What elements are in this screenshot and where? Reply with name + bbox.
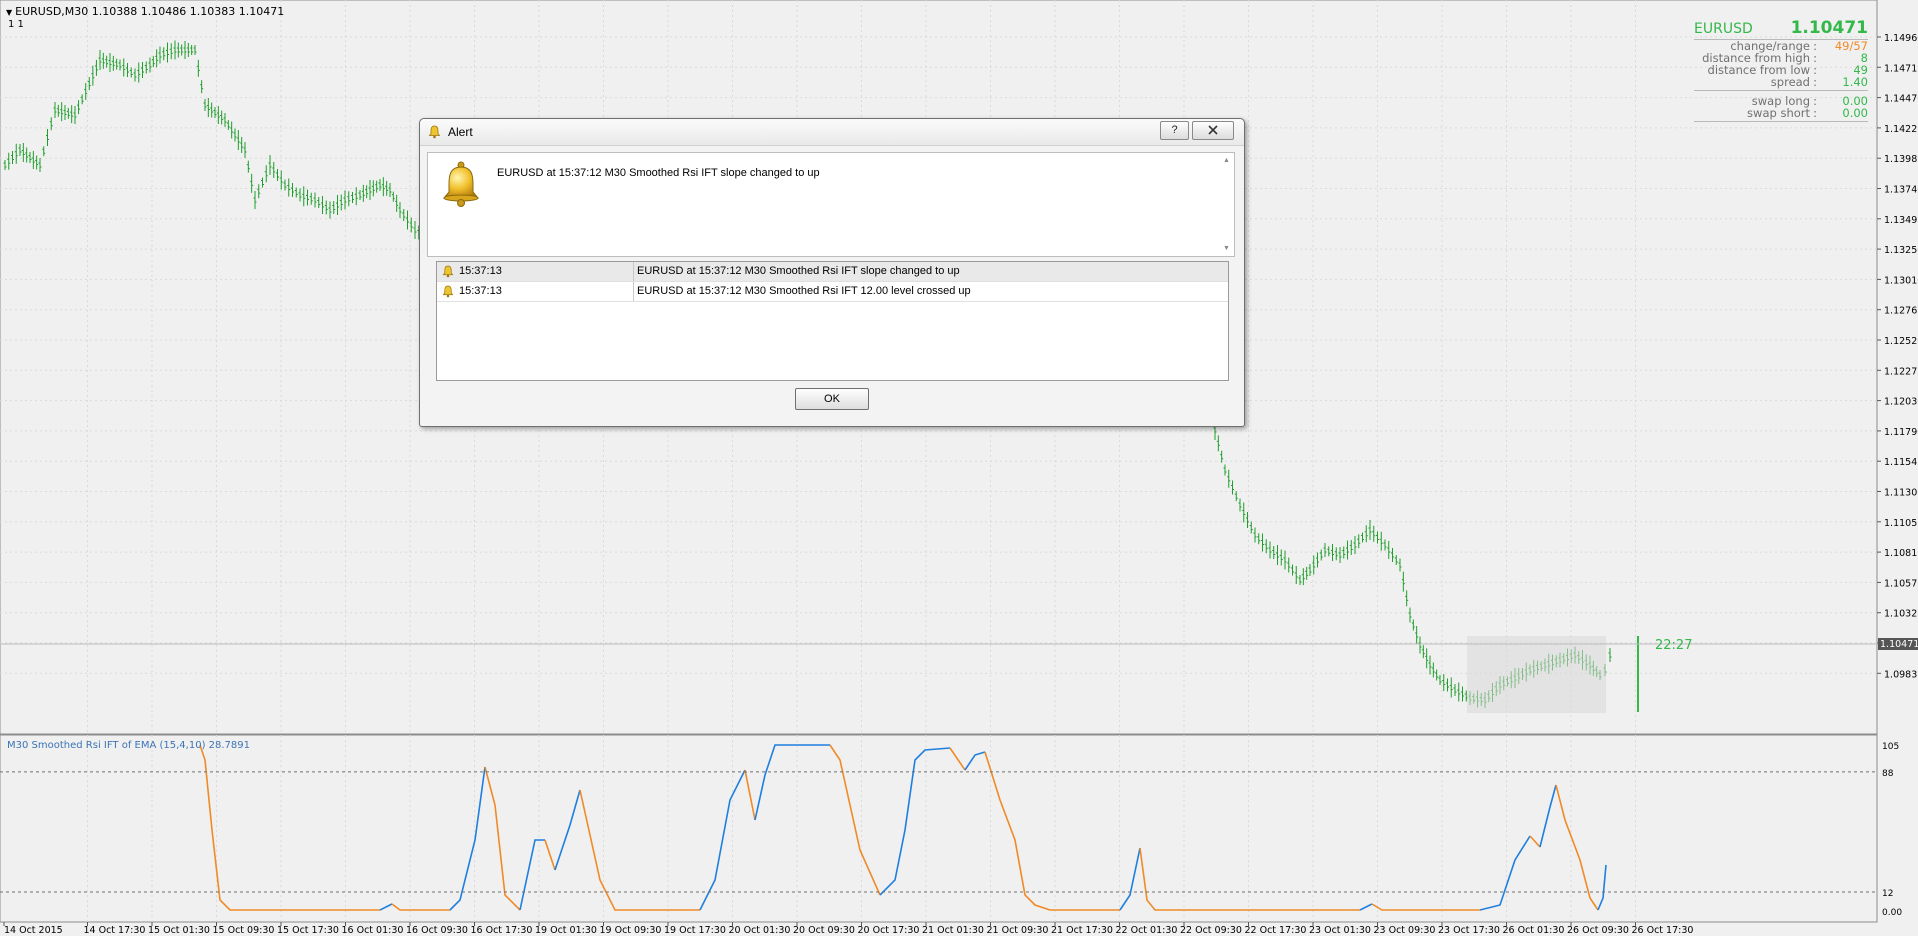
price-tick-label: 1.12520 (1884, 336, 1918, 347)
price-tick-label: 1.10325 (1884, 609, 1918, 620)
time-tick-label: 15 Oct 17:30 (277, 925, 339, 936)
info-row-label: swap short (1747, 106, 1810, 120)
time-tick-label: 19 Oct 09:30 (600, 925, 662, 936)
time-tick-label: 22 Oct 01:30 (1116, 925, 1178, 936)
time-tick-label: 15 Oct 01:30 (148, 925, 210, 936)
price-tick-label: 1.14225 (1884, 124, 1918, 135)
alert-time: 15:37:13 (459, 285, 502, 297)
time-tick-label: 22 Oct 09:30 (1180, 925, 1242, 936)
price-tick-label: 1.10815 (1884, 548, 1918, 559)
time-tick-label: 20 Oct 01:30 (729, 925, 791, 936)
indicator-area[interactable] (0, 734, 1878, 923)
time-tick-label: 21 Oct 01:30 (922, 925, 984, 936)
info-panel: EURUSD 1.10471 change/range:49/57 distanc… (1694, 18, 1868, 126)
time-tick-label: 19 Oct 17:30 (664, 925, 726, 936)
time-tick-label: 23 Oct 09:30 (1374, 925, 1436, 936)
indicator-tick-label: 0.00 (1882, 908, 1902, 918)
chart-header: ▼ EURUSD,M30 1.10388 1.10486 1.10383 1.10… (6, 5, 285, 18)
indicator-tick-label: 88 (1882, 769, 1894, 779)
bell-icon (428, 125, 441, 139)
bell-icon (442, 285, 454, 298)
price-tick-label: 1.11545 (1884, 457, 1918, 468)
time-tick-label: 22 Oct 17:30 (1245, 925, 1307, 936)
time-tick-label: 16 Oct 01:30 (342, 925, 404, 936)
price-tick-label: 1.13985 (1884, 154, 1918, 165)
help-icon: ? (1171, 124, 1178, 136)
message-box[interactable]: EURUSD at 15:37:12 M30 Smoothed Rsi IFT … (427, 152, 1235, 257)
alert-text: EURUSD at 15:37:12 M30 Smoothed Rsi IFT … (637, 285, 971, 297)
message-scrollbar[interactable]: ▲ ▼ (1220, 153, 1234, 256)
current-price-label: 1.10471 (1880, 639, 1918, 650)
price-tick-label: 1.14470 (1884, 94, 1918, 105)
ok-button[interactable]: OK (795, 388, 869, 410)
time-tick-label: 16 Oct 09:30 (406, 925, 468, 936)
alert-text: EURUSD at 15:37:12 M30 Smoothed Rsi IFT … (637, 265, 960, 277)
bell-icon (442, 265, 454, 278)
info-row-label: spread (1770, 75, 1810, 89)
price-tick-label: 1.14715 (1884, 63, 1918, 74)
price-tick-label: 1.09835 (1884, 669, 1918, 680)
bell-icon (442, 161, 480, 207)
bar-timer: 22:27 (1655, 638, 1693, 653)
time-tick-label: 20 Oct 09:30 (793, 925, 855, 936)
dialog-titlebar[interactable]: Alert ? (420, 119, 1244, 146)
price-tick-label: 1.12030 (1884, 397, 1918, 408)
column-divider (633, 262, 634, 281)
info-row: spread: 1.40 (1694, 76, 1868, 88)
scroll-down-icon[interactable]: ▼ (1223, 245, 1230, 252)
alert-dialog: Alert ? EURUSD at 15:37:12 M30 Smoothed … (419, 118, 1245, 427)
alert-list-row[interactable]: 15:37:13 EURUSD at 15:37:12 M30 Smoothed … (437, 282, 1228, 302)
indicator-label: M30 Smoothed Rsi IFT of EMA (15,4,10) 28… (7, 740, 251, 751)
time-tick-label: 26 Oct 09:30 (1567, 925, 1629, 936)
time-tick-label: 23 Oct 17:30 (1438, 925, 1500, 936)
time-tick-label: 16 Oct 17:30 (471, 925, 533, 936)
info-row-value: 1.40 (1842, 75, 1868, 89)
selection-highlight (1467, 636, 1606, 713)
price-tick-label: 1.11790 (1884, 427, 1918, 438)
time-tick-label: 19 Oct 01:30 (535, 925, 597, 936)
indicator-tick-label: 12 (1882, 889, 1893, 899)
time-tick-label: 14 Oct 17:30 (84, 925, 146, 936)
price-tick-label: 1.13495 (1884, 215, 1918, 226)
time-tick-label: 15 Oct 09:30 (213, 925, 275, 936)
time-tick-label: 26 Oct 01:30 (1503, 925, 1565, 936)
time-tick-label: 23 Oct 01:30 (1309, 925, 1371, 936)
alert-list-row[interactable]: 15:37:13 EURUSD at 15:37:12 M30 Smoothed … (437, 262, 1228, 282)
price-tick-label: 1.13250 (1884, 245, 1918, 256)
price-tick-label: 1.11055 (1884, 518, 1918, 529)
dialog-title: Alert (448, 125, 473, 139)
info-price: 1.10471 (1790, 18, 1868, 38)
alert-time: 15:37:13 (459, 265, 502, 277)
time-tick-label: 20 Oct 17:30 (858, 925, 920, 936)
help-button[interactable]: ? (1160, 121, 1189, 140)
indicator-tick-label: 105 (1882, 742, 1899, 752)
chart-subheader: 1 1 (8, 19, 24, 30)
alert-message: EURUSD at 15:37:12 M30 Smoothed Rsi IFT … (497, 167, 820, 179)
time-tick-label: 21 Oct 09:30 (987, 925, 1049, 936)
close-icon (1208, 125, 1218, 135)
scroll-up-icon[interactable]: ▲ (1223, 157, 1230, 164)
info-row: swap short: 0.00 (1694, 107, 1868, 119)
close-button[interactable] (1192, 121, 1234, 140)
info-row-value: 0.00 (1842, 106, 1868, 120)
price-tick-label: 1.13010 (1884, 275, 1918, 286)
time-tick-label: 26 Oct 17:30 (1632, 925, 1694, 936)
price-tick-label: 1.10571 (1884, 578, 1918, 589)
price-tick-label: 1.13740 (1884, 185, 1918, 196)
price-tick-label: 1.12275 (1884, 366, 1918, 377)
price-tick-label: 1.14960 (1884, 33, 1918, 44)
info-symbol: EURUSD (1694, 21, 1753, 37)
time-tick-label: 21 Oct 17:30 (1051, 925, 1113, 936)
column-divider (633, 282, 634, 301)
time-tick-label: 14 Oct 2015 (4, 925, 63, 936)
info-row-colon: : (1813, 75, 1817, 89)
price-tick-label: 1.11300 (1884, 488, 1918, 499)
info-row-colon: : (1813, 106, 1817, 120)
price-tick-label: 1.12765 (1884, 306, 1918, 317)
alert-list[interactable]: 15:37:13 EURUSD at 15:37:12 M30 Smoothed … (436, 261, 1229, 381)
